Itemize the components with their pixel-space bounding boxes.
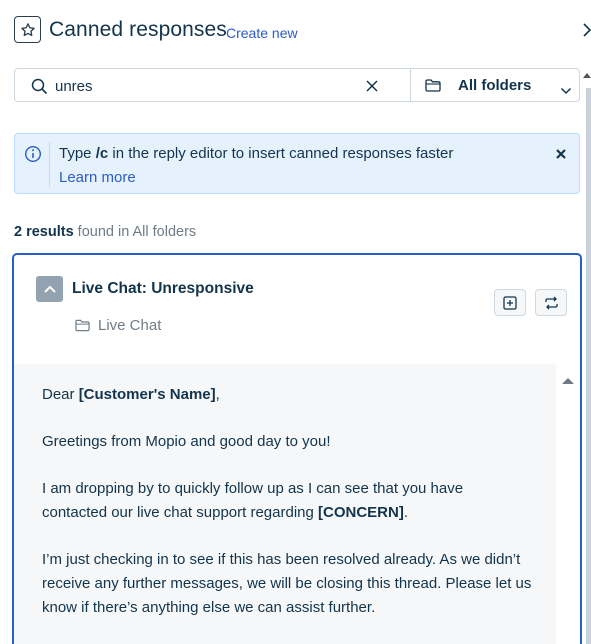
close-icon[interactable] bbox=[365, 79, 379, 98]
response-title: Live Chat: Unresponsive bbox=[72, 280, 254, 297]
banner-divider bbox=[49, 142, 50, 187]
insert-response-button[interactable] bbox=[494, 289, 526, 316]
results-summary: 2 results found in All folders bbox=[14, 224, 197, 240]
panel-header: Canned responses Create new bbox=[0, 0, 591, 62]
plus-square-icon bbox=[503, 295, 517, 310]
swap-icon bbox=[544, 296, 558, 309]
body-paragraph-1: Greetings from Mopio and good day to you… bbox=[42, 433, 331, 450]
body-paragraph-3: I’m just checking in to see if this has … bbox=[42, 551, 532, 616]
info-icon bbox=[24, 145, 42, 168]
scroll-up-icon[interactable] bbox=[583, 68, 591, 80]
learn-more-link[interactable]: Learn more bbox=[59, 169, 136, 186]
scrollbar[interactable] bbox=[586, 88, 591, 644]
body-paragraph-2: I am dropping by to quickly follow up as… bbox=[42, 480, 464, 521]
search-bar: All folders bbox=[14, 68, 580, 102]
page-title: Canned responses bbox=[49, 18, 227, 41]
search-input[interactable] bbox=[55, 75, 335, 97]
greeting-line: Dear [Customer's Name], bbox=[42, 386, 220, 403]
scroll-up-icon[interactable] bbox=[562, 372, 574, 390]
folder-icon bbox=[75, 319, 90, 337]
folder-filter-dropdown[interactable]: All folders bbox=[410, 69, 581, 101]
search-icon bbox=[31, 78, 48, 100]
star-icon bbox=[14, 16, 41, 43]
chevron-up-icon bbox=[43, 285, 56, 293]
canned-response-card[interactable]: Live Chat: Unresponsive Live Chat Dear [… bbox=[12, 253, 582, 644]
close-icon[interactable] bbox=[555, 147, 567, 165]
info-banner: Type /c in the reply editor to insert ca… bbox=[14, 133, 580, 194]
folder-filter-label: All folders bbox=[458, 77, 532, 94]
folder-icon bbox=[425, 79, 441, 97]
replace-response-button[interactable] bbox=[535, 289, 567, 316]
collapse-button[interactable] bbox=[36, 276, 63, 302]
banner-message: Type /c in the reply editor to insert ca… bbox=[59, 145, 454, 162]
create-new-link[interactable]: Create new bbox=[226, 25, 298, 41]
chevron-down-icon bbox=[560, 82, 572, 100]
response-body: Dear [Customer's Name], Greetings from M… bbox=[14, 364, 556, 644]
response-folder: Live Chat bbox=[98, 317, 162, 334]
close-panel-icon[interactable] bbox=[579, 18, 591, 40]
